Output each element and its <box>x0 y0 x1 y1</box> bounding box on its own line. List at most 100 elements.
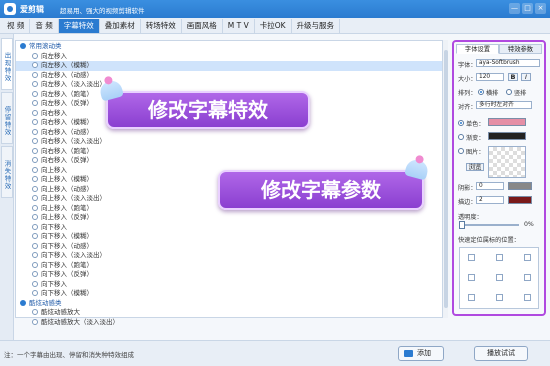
gradient-radio[interactable] <box>458 134 464 140</box>
list-item-label: 向左移入 <box>41 51 67 60</box>
bottom-bar: 注：一个字幕由出现、停留和消失种特效组成 添加 播放试试 <box>0 340 550 366</box>
gradient-swatch[interactable] <box>488 132 526 140</box>
list-item[interactable]: 向下移入（模糊） <box>16 289 444 299</box>
title-bar: 爱剪辑 超易用、强大的视频剪辑软件 — □ × <box>0 0 550 18</box>
list-item[interactable]: 向右移入（反弹） <box>16 156 444 166</box>
single-color-swatch[interactable] <box>488 118 526 126</box>
position-cell[interactable] <box>524 274 531 281</box>
add-button[interactable]: 添加 <box>398 346 444 361</box>
radio-icon <box>32 100 38 106</box>
list-item[interactable]: 向下移入（反弹） <box>16 270 444 280</box>
bold-button[interactable]: B <box>508 73 518 81</box>
effect-type-tabs: 出现特效 停留特效 消失特效 <box>0 34 14 344</box>
minimize-button[interactable]: — <box>509 3 520 14</box>
list-item[interactable]: 向左移入 <box>16 52 444 62</box>
horizontal-radio[interactable] <box>478 89 484 95</box>
font-select[interactable]: aya-Softbrush <box>476 59 540 67</box>
list-group-header[interactable]: 常用滚动类 <box>16 42 444 52</box>
group-collapse-icon <box>20 43 26 49</box>
tab-audio[interactable]: 音 频 <box>30 18 59 33</box>
opacity-slider-track[interactable] <box>459 224 519 226</box>
maximize-button[interactable]: □ <box>522 3 533 14</box>
list-item[interactable]: 向左移入（模糊） <box>16 61 444 71</box>
size-input[interactable]: 120 <box>476 73 504 81</box>
stroke-input[interactable]: 2 <box>476 196 504 204</box>
vertical-radio[interactable] <box>506 89 512 95</box>
side-tab-appear[interactable]: 出现特效 <box>1 38 13 90</box>
tab-mtv[interactable]: M T V <box>223 18 255 33</box>
list-item[interactable]: 向左移入（动感） <box>16 71 444 81</box>
radio-icon <box>32 128 38 135</box>
list-item[interactable]: 向右移入（淡入淡出） <box>16 137 444 147</box>
list-item[interactable]: 向下移入（动感） <box>16 242 444 252</box>
tab-transitions[interactable]: 转场特效 <box>141 18 182 33</box>
list-item[interactable]: 酷炫动感放大 <box>16 308 444 318</box>
tab-effect-params[interactable]: 特效参数 <box>499 44 542 54</box>
position-cell[interactable] <box>524 254 531 261</box>
list-item-label: 向右移入（动感） <box>41 127 93 136</box>
position-cell[interactable] <box>468 274 475 281</box>
list-item-label: 向下移入（反弹） <box>41 270 93 278</box>
position-cell[interactable] <box>496 294 503 301</box>
image-label: 图片： <box>466 149 485 156</box>
italic-button[interactable]: I <box>521 73 531 81</box>
tab-video[interactable]: 视 频 <box>2 18 31 33</box>
radio-icon <box>32 138 38 144</box>
list-item[interactable]: 酷炫动感放大（淡入淡出） <box>16 318 444 328</box>
browse-button[interactable]: 浏览 <box>466 163 484 171</box>
list-item[interactable]: 向下移入 <box>16 223 444 233</box>
single-color-radio[interactable] <box>458 120 464 126</box>
list-item[interactable]: 向下移入（跑笔） <box>16 261 444 271</box>
opacity-slider-handle[interactable] <box>459 221 465 229</box>
tab-overlay[interactable]: 叠加素材 <box>100 18 141 33</box>
list-group-header[interactable]: 酷炫动感类 <box>16 299 444 309</box>
list-item-label: 酷炫动感放大（淡入淡出） <box>41 317 119 326</box>
stroke-label: 描边： <box>458 199 477 206</box>
window-controls: — □ × <box>509 3 546 14</box>
shadow-input[interactable]: 0 <box>476 182 504 190</box>
list-item-label: 常用滚动类 <box>29 42 62 50</box>
radio-icon <box>32 119 38 125</box>
list-item-label: 向下移入（模糊） <box>41 289 93 297</box>
radio-icon <box>32 195 38 201</box>
position-cell[interactable] <box>496 254 503 261</box>
effect-list-scrollbar[interactable] <box>442 40 448 318</box>
banner-edit-params: 修改字幕参数 <box>218 157 430 210</box>
list-item[interactable]: 向上移入（反弹） <box>16 213 444 223</box>
list-item[interactable]: 向下移入（淡入淡出） <box>16 251 444 261</box>
tab-karaoke[interactable]: 卡拉OK <box>255 18 292 33</box>
list-item[interactable]: 向左移入（淡入淡出） <box>16 80 444 90</box>
shadow-label: 阴影： <box>458 185 477 192</box>
position-grid <box>459 247 539 309</box>
list-item-label: 向右移入（反弹） <box>41 156 93 164</box>
list-item-label: 向上移入 <box>41 165 67 174</box>
opacity-label: 透明度： <box>458 214 483 221</box>
align-select[interactable]: 多行时左对齐 <box>476 101 532 109</box>
tab-subtitle-effects[interactable]: 字幕特效 <box>58 18 100 33</box>
position-cell[interactable] <box>468 254 475 261</box>
list-item-label: 向左移入（淡入淡出） <box>41 80 106 88</box>
list-item[interactable]: 向右移入（跑笔） <box>16 147 444 157</box>
radio-icon <box>32 166 38 173</box>
close-button[interactable]: × <box>535 3 546 14</box>
list-item[interactable]: 向下移入 <box>16 280 444 290</box>
shadow-color-swatch[interactable] <box>508 182 532 190</box>
radio-icon <box>32 90 38 97</box>
tab-upgrade[interactable]: 升级与服务 <box>292 18 341 33</box>
radio-icon <box>32 223 38 230</box>
position-cell[interactable] <box>524 294 531 301</box>
position-cell[interactable] <box>496 274 503 281</box>
list-item-label: 向下移入（动感） <box>41 241 93 250</box>
side-tab-stay[interactable]: 停留特效 <box>1 92 13 144</box>
position-cell[interactable] <box>468 294 475 301</box>
side-tab-disappear[interactable]: 消失特效 <box>1 146 13 198</box>
image-radio[interactable] <box>458 148 464 154</box>
radio-icon <box>32 261 38 268</box>
preview-play-button[interactable]: 播放试试 <box>474 346 528 361</box>
tab-styles[interactable]: 画面风格 <box>182 18 223 33</box>
app-tagline: 超易用、强大的视频剪辑软件 <box>60 7 145 15</box>
tab-font-settings[interactable]: 字体设置 <box>456 44 499 54</box>
list-item[interactable]: 向下移入（模糊） <box>16 232 444 242</box>
scrollbar-thumb[interactable] <box>444 50 448 308</box>
stroke-color-swatch[interactable] <box>508 196 532 204</box>
